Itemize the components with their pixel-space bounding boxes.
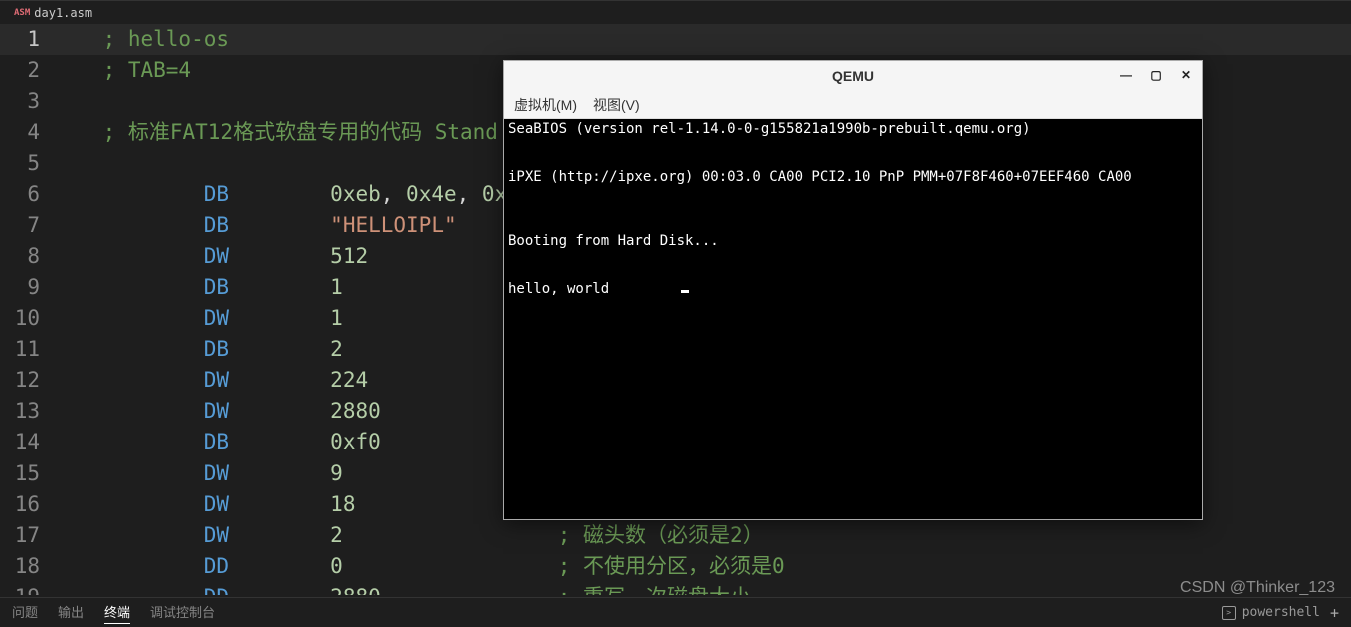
- line-number: 14: [0, 427, 52, 458]
- watermark: CSDN @Thinker_123: [1180, 579, 1335, 597]
- qemu-menu-item[interactable]: 虚拟机(M): [514, 95, 577, 115]
- code-content: ; TAB=4: [52, 55, 191, 86]
- code-content: ; hello-os: [52, 24, 229, 55]
- line-number: 16: [0, 489, 52, 520]
- close-button[interactable]: ✕: [1174, 63, 1198, 87]
- code-line[interactable]: 1 ; hello-os: [0, 24, 1351, 55]
- panel-tab[interactable]: 调试控制台: [150, 602, 215, 624]
- line-number: 7: [0, 210, 52, 241]
- line-number: 8: [0, 241, 52, 272]
- file-tab-label: day1.asm: [34, 6, 92, 20]
- qemu-window: QEMU — ▢ ✕ 虚拟机(M) 视图(V) SeaBIOS (version …: [503, 60, 1203, 520]
- panel-tab[interactable]: 输出: [58, 602, 84, 624]
- line-number: 3: [0, 86, 52, 117]
- asm-file-icon: ASM: [14, 8, 30, 18]
- code-content: DW 2 ; 磁头数（必须是2）: [52, 520, 764, 551]
- line-number: 9: [0, 272, 52, 303]
- bottom-panel: 问题输出终端调试控制台 > powershell +: [0, 597, 1351, 627]
- line-number: 13: [0, 396, 52, 427]
- qemu-titlebar[interactable]: QEMU — ▢ ✕: [504, 61, 1202, 91]
- code-line[interactable]: 18 DD 0 ; 不使用分区，必须是0: [0, 551, 1351, 582]
- line-number: 10: [0, 303, 52, 334]
- line-number: 15: [0, 458, 52, 489]
- line-number: 6: [0, 179, 52, 210]
- code-line[interactable]: 19 DD 2880 ; 重写一次磁盘大小: [0, 582, 1351, 595]
- minimize-button[interactable]: —: [1114, 63, 1138, 87]
- qemu-console[interactable]: SeaBIOS (version rel-1.14.0-0-g155821a19…: [504, 119, 1202, 519]
- terminal-cursor: [681, 290, 689, 293]
- line-number: 19: [0, 582, 52, 595]
- maximize-button[interactable]: ▢: [1144, 63, 1168, 87]
- add-terminal-button[interactable]: +: [1330, 604, 1339, 622]
- powershell-icon: >: [1222, 606, 1236, 620]
- code-content: DD 2880 ; 重写一次磁盘大小: [52, 582, 751, 595]
- panel-tab[interactable]: 终端: [104, 602, 130, 624]
- line-number: 17: [0, 520, 52, 551]
- panel-right: > powershell +: [1222, 604, 1351, 622]
- panel-tab[interactable]: 问题: [12, 602, 38, 624]
- qemu-title: QEMU: [832, 68, 874, 84]
- code-content: DD 0 ; 不使用分区，必须是0: [52, 551, 785, 582]
- editor-tab-bar: ASM day1.asm: [0, 0, 1351, 24]
- panel-tabs: 问题输出终端调试控制台: [0, 602, 215, 624]
- qemu-menubar: 虚拟机(M) 视图(V): [504, 91, 1202, 119]
- code-content: DB 0xeb, 0x4e, 0x90: [52, 179, 533, 210]
- code-line[interactable]: 17 DW 2 ; 磁头数（必须是2）: [0, 520, 1351, 551]
- line-number: 11: [0, 334, 52, 365]
- line-number: 2: [0, 55, 52, 86]
- line-number: 1: [0, 24, 52, 55]
- line-number: 4: [0, 117, 52, 148]
- line-number: 18: [0, 551, 52, 582]
- window-controls: — ▢ ✕: [1114, 63, 1198, 87]
- terminal-type-label: powershell: [1242, 605, 1320, 620]
- file-tab[interactable]: ASM day1.asm: [6, 4, 100, 22]
- qemu-menu-item[interactable]: 视图(V): [593, 95, 640, 115]
- line-number: 12: [0, 365, 52, 396]
- line-number: 5: [0, 148, 52, 179]
- code-content: ; 标准FAT12格式软盘专用的代码 Stand F: [52, 117, 523, 148]
